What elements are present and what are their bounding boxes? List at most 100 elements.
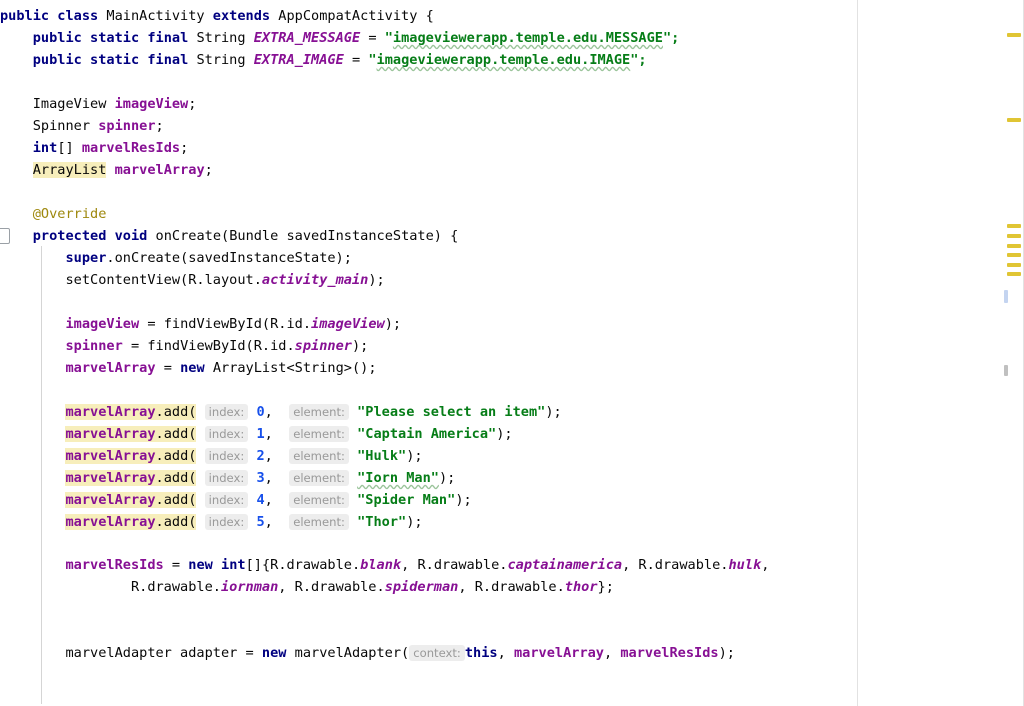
- code-line-adapter[interactable]: marvelAdapter adapter = new marvelAdapte…: [0, 642, 735, 664]
- inline-parameter-hint-element: element:: [289, 404, 349, 420]
- argument-string-literal: "Thor": [357, 514, 407, 530]
- statement-end: );: [496, 426, 513, 442]
- inline-parameter-hint-element: element:: [289, 470, 349, 486]
- warning-marker[interactable]: [1007, 234, 1021, 238]
- method-call: .add(: [155, 404, 197, 420]
- argument-string-literal: "Captain America": [357, 426, 497, 442]
- method-call: .add(: [155, 492, 197, 508]
- warning-marker[interactable]: [1007, 118, 1021, 122]
- code-token: protected: [32, 228, 107, 244]
- code-line[interactable]: imageView = findViewById(R.id.imageView)…: [0, 313, 401, 335]
- occurrence-marker[interactable]: [1004, 365, 1008, 376]
- warning-marker[interactable]: [1007, 244, 1021, 248]
- code-token: EXTRA_IMAGE: [253, 52, 344, 68]
- code-token: public: [32, 30, 82, 46]
- method-call: .add(: [155, 514, 197, 530]
- code-token: );: [384, 316, 402, 332]
- code-line-resids-1[interactable]: marvelResIds = new int[]{R.drawable.blan…: [0, 554, 769, 576]
- code-line-add-call[interactable]: marvelArray.add( index: 0, element: "Ple…: [0, 401, 562, 423]
- code-token: []{R.drawable.: [245, 557, 361, 573]
- code-line[interactable]: public static final String EXTRA_MESSAGE…: [0, 27, 680, 49]
- code-token: AppCompatActivity {: [270, 8, 434, 24]
- code-token: imageView: [65, 316, 140, 332]
- code-token: ,: [761, 557, 770, 573]
- warning-marker[interactable]: [1007, 253, 1021, 257]
- comma: ,: [264, 470, 290, 486]
- code-token: extends: [212, 8, 271, 24]
- argument-string-literal: "Please select an item": [357, 404, 546, 420]
- code-line[interactable]: public static final String EXTRA_IMAGE =…: [0, 49, 647, 71]
- warning-marker[interactable]: [1007, 272, 1021, 276]
- argument-index-value: 0: [256, 404, 265, 420]
- info-marker[interactable]: [1004, 290, 1008, 303]
- code-line-add-call[interactable]: marvelArray.add( index: 3, element: "Ior…: [0, 467, 455, 489]
- code-token: this: [464, 645, 498, 661]
- code-line-resids-2[interactable]: R.drawable.iornman, R.drawable.spiderman…: [0, 576, 614, 598]
- code-line[interactable]: protected void onCreate(Bundle savedInst…: [0, 225, 459, 247]
- code-token: final: [147, 52, 189, 68]
- code-token: activity_main: [261, 272, 369, 288]
- warning-marker[interactable]: [1007, 33, 1021, 37]
- receiver-identifier: marvelArray: [65, 492, 156, 508]
- code-token: blank: [360, 557, 402, 573]
- argument-index-value: 1: [256, 426, 265, 442]
- code-line[interactable]: ImageView imageView;: [0, 93, 197, 115]
- code-token: imageviewerapp.temple.edu.MESSAGE: [392, 30, 663, 46]
- code-token: @Override: [0, 206, 107, 222]
- code-token: );: [368, 272, 385, 288]
- argument-string-literal: "Iorn Man": [357, 470, 439, 486]
- inline-parameter-hint-element: element:: [289, 448, 349, 464]
- code-line[interactable]: @Override: [0, 203, 107, 225]
- identifier-occurrence-highlight: marvelArray.add(: [65, 426, 197, 442]
- code-token: imageView: [114, 96, 189, 112]
- warning-marker[interactable]: [1007, 263, 1021, 267]
- scrollbar-marker-track[interactable]: [1002, 0, 1024, 706]
- code-line-add-call[interactable]: marvelArray.add( index: 5, element: "Tho…: [0, 511, 423, 533]
- code-token: marvelArray: [114, 162, 205, 178]
- code-token: imageviewerapp.temple.edu.IMAGE: [376, 52, 631, 68]
- warning-marker[interactable]: [1007, 224, 1021, 228]
- indent-guide-line: [41, 246, 42, 704]
- identifier-occurrence-highlight: marvelArray.add(: [65, 448, 197, 464]
- code-token: , R.drawable.: [458, 579, 565, 595]
- code-token: marvelArray: [513, 645, 604, 661]
- code-line-add-call[interactable]: marvelArray.add( index: 1, element: "Cap…: [0, 423, 513, 445]
- code-line[interactable]: int[] marvelResIds;: [0, 137, 189, 159]
- code-line[interactable]: marvelArray = new ArrayList<String>();: [0, 357, 376, 379]
- code-token: ;: [180, 140, 189, 156]
- inline-parameter-hint: context:: [409, 645, 465, 661]
- code-line[interactable]: Spinner spinner;: [0, 115, 164, 137]
- code-token: , R.drawable.: [401, 557, 508, 573]
- statement-end: );: [406, 514, 423, 530]
- code-line[interactable]: ArrayList marvelArray;: [0, 159, 213, 181]
- statement-end: );: [545, 404, 562, 420]
- code-token: = findViewById(R.id.: [122, 338, 295, 354]
- code-line-add-call[interactable]: marvelArray.add( index: 4, element: "Spi…: [0, 489, 472, 511]
- code-line-add-call[interactable]: marvelArray.add( index: 2, element: "Hul…: [0, 445, 423, 467]
- code-token: ;: [155, 118, 164, 134]
- code-line[interactable]: spinner = findViewById(R.id.spinner);: [0, 335, 368, 357]
- code-editor[interactable]: public class MainActivity extends AppCom…: [0, 0, 1024, 706]
- code-line[interactable]: setContentView(R.layout.activity_main);: [0, 269, 385, 291]
- code-line[interactable]: super.onCreate(savedInstanceState);: [0, 247, 351, 269]
- code-line[interactable]: public class MainActivity extends AppCom…: [0, 5, 434, 27]
- inline-parameter-hint-element: element:: [289, 514, 349, 530]
- code-token: , R.drawable.: [622, 557, 729, 573]
- code-token: new: [261, 645, 287, 661]
- code-token: ";: [662, 30, 680, 46]
- code-text-area[interactable]: public class MainActivity extends AppCom…: [0, 0, 858, 706]
- identifier-occurrence-highlight: marvelArray.add(: [65, 404, 197, 420]
